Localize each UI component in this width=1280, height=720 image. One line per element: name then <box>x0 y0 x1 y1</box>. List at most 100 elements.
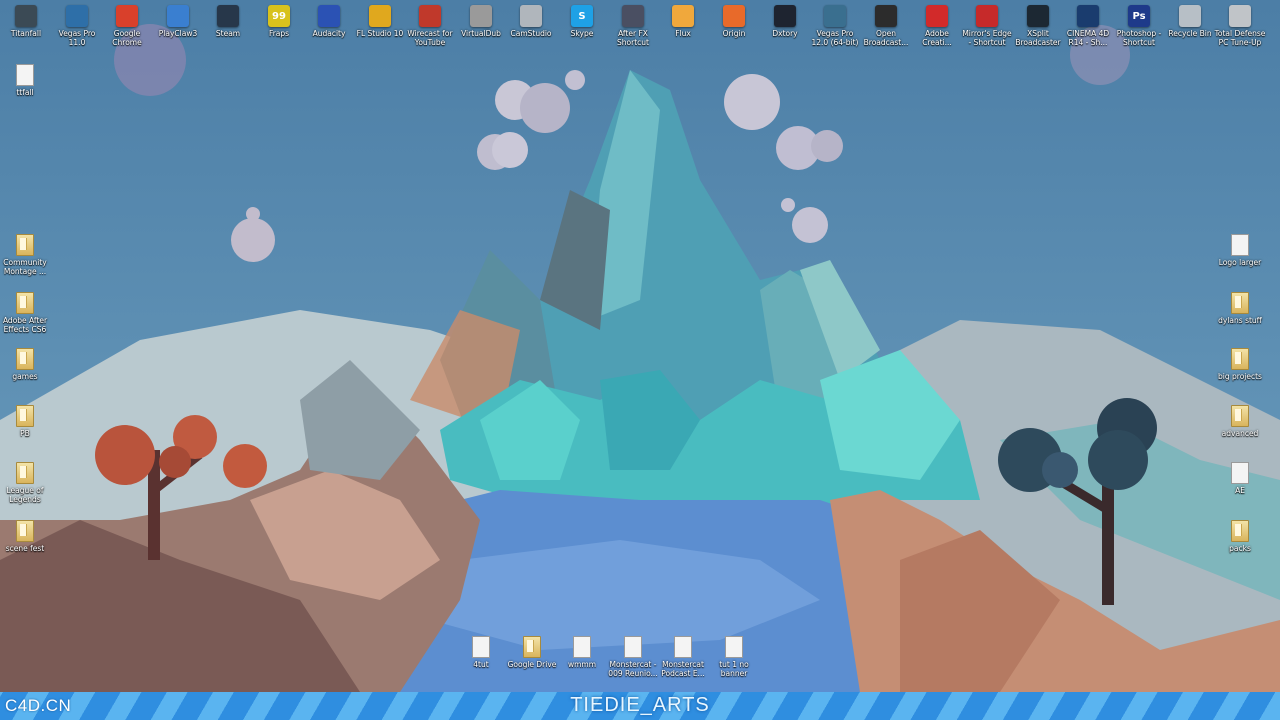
folder-icon <box>1231 292 1249 314</box>
skype-icon: S <box>571 5 593 27</box>
desktop-icon-label: Skype <box>570 29 594 38</box>
desktop-icon[interactable]: Adobe After Effects CS6 <box>0 292 51 334</box>
desktop-icon-label: Fraps <box>268 29 290 38</box>
desktop-icon-label: Flux <box>675 29 691 38</box>
desktop-icon[interactable]: Logo larger <box>1214 234 1266 267</box>
desktop-icon[interactable]: Monstercat Podcast E... <box>657 636 709 678</box>
desktop-icon-label: After FX Shortcut <box>617 29 649 47</box>
desktop-icon[interactable]: Origin <box>708 5 760 38</box>
steam-icon <box>217 5 239 27</box>
desktop-icon[interactable]: 99 Fraps <box>253 5 305 38</box>
desktop-icon[interactable]: Community Montage ... <box>0 234 51 276</box>
cinema4d-icon <box>1077 5 1099 27</box>
desktop-icon[interactable]: XSplit Broadcaster <box>1012 5 1064 47</box>
desktop-icon[interactable]: Recycle Bin <box>1164 5 1216 38</box>
adobe-creative-cloud-icon <box>926 5 948 27</box>
desktop-icon-label: Monstercat - 009 Reunio... <box>608 660 658 678</box>
desktop-icon-label: Monstercat Podcast E... <box>661 660 705 678</box>
desktop-icon-label: Adobe Creati... <box>922 29 952 47</box>
desktop-icon[interactable]: Vegas Pro 11.0 <box>51 5 103 47</box>
recycle-bin-icon <box>1179 5 1201 27</box>
desktop-icon[interactable]: AE <box>1214 462 1266 495</box>
desktop-icon[interactable]: Total Defense PC Tune-Up <box>1214 5 1266 47</box>
fl-studio-icon <box>369 5 391 27</box>
chrome-icon <box>116 5 138 27</box>
desktop-icon-label: Titanfall <box>10 29 42 38</box>
desktop-icon[interactable]: CINEMA 4D R14 - Sh... <box>1062 5 1114 47</box>
titanfall-icon <box>15 5 37 27</box>
desktop-icon[interactable]: After FX Shortcut <box>607 5 659 47</box>
desktop-icon[interactable]: ttfall <box>0 64 51 97</box>
desktop-icon-label: Vegas Pro 11.0 <box>58 29 96 47</box>
desktop-icon[interactable]: FL Studio 10 <box>354 5 406 38</box>
desktop-icon-label: Open Broadcast... <box>863 29 909 47</box>
desktop-icon-label: dylans stuff <box>1218 316 1262 325</box>
google-drive-folder-icon <box>523 636 541 658</box>
desktop-icon-label: Audacity <box>312 29 346 38</box>
desktop-icon-label: Google Chrome <box>112 29 142 47</box>
desktop-icon[interactable]: Adobe Creati... <box>911 5 963 47</box>
desktop-icon[interactable]: Mirror's Edge - Shortcut <box>961 5 1013 47</box>
desktop-icon[interactable]: packs <box>1214 520 1266 553</box>
file-icon <box>573 636 591 658</box>
photoshop-icon: Ps <box>1128 5 1150 27</box>
desktop-icon-label: Mirror's Edge - Shortcut <box>962 29 1012 47</box>
desktop-icon-label: XSplit Broadcaster <box>1015 29 1061 47</box>
desktop[interactable]: Titanfall Vegas Pro 11.0 Google Chrome Play… <box>0 0 1280 720</box>
file-icon <box>725 636 743 658</box>
folder-icon <box>1231 348 1249 370</box>
desktop-icon-label: Google Drive <box>507 660 557 669</box>
wirecast-icon <box>419 5 441 27</box>
desktop-icon[interactable]: Dxtory <box>759 5 811 38</box>
desktop-icon-label: Steam <box>215 29 241 38</box>
after-effects-shortcut-icon <box>622 5 644 27</box>
dxtory-icon <box>774 5 796 27</box>
desktop-icon[interactable]: advanced <box>1214 405 1266 438</box>
desktop-icon[interactable]: Google Drive <box>506 636 558 669</box>
desktop-icon[interactable]: League of Legends <box>0 462 51 504</box>
desktop-icon[interactable]: PB <box>0 405 51 438</box>
desktop-icon-label: Recycle Bin <box>1168 29 1212 38</box>
desktop-icon[interactable]: VirtualDub <box>455 5 507 38</box>
desktop-icon[interactable]: Google Chrome <box>101 5 153 47</box>
desktop-icon[interactable]: PlayClaw3 <box>152 5 204 38</box>
desktop-icon-label: Adobe After Effects CS6 <box>2 316 48 334</box>
desktop-icon[interactable]: Open Broadcast... <box>860 5 912 47</box>
desktop-icon[interactable]: Titanfall <box>0 5 52 38</box>
desktop-icon-label: big projects <box>1218 372 1262 381</box>
desktop-icon-label: FL Studio 10 <box>356 29 404 38</box>
desktop-icon-label: Community Montage ... <box>3 258 47 276</box>
desktop-icon-label: Logo larger <box>1218 258 1262 267</box>
playclaw-icon <box>167 5 189 27</box>
folder-icon <box>1231 520 1249 542</box>
desktop-wallpaper <box>0 0 1280 692</box>
desktop-icon[interactable]: Vegas Pro 12.0 (64-bit) <box>809 5 861 47</box>
desktop-icon[interactable]: big projects <box>1214 348 1266 381</box>
desktop-icon[interactable]: wmmm <box>556 636 608 669</box>
desktop-icon[interactable]: Monstercat - 009 Reunio... <box>607 636 659 678</box>
desktop-icon[interactable]: tut 1 no banner <box>708 636 760 678</box>
desktop-icon-label: ttfall <box>16 88 34 97</box>
desktop-icon[interactable]: CamStudio <box>505 5 557 38</box>
vegas-pro-icon <box>66 5 88 27</box>
desktop-icon-label: VirtualDub <box>461 29 501 38</box>
desktop-icon-label: PB <box>20 429 30 438</box>
desktop-icon-label: 4tut <box>473 660 489 669</box>
virtualdub-icon <box>470 5 492 27</box>
desktop-icon[interactable]: 4tut <box>455 636 507 669</box>
folder-icon <box>16 234 34 256</box>
desktop-icon[interactable]: Ps Photoshop - Shortcut <box>1113 5 1165 47</box>
desktop-icon[interactable]: scene fest <box>0 520 51 553</box>
origin-icon <box>723 5 745 27</box>
desktop-icon[interactable]: Wirecast for YouTube <box>404 5 456 47</box>
desktop-icon-label: League of Legends <box>6 486 44 504</box>
desktop-icon[interactable]: Flux <box>657 5 709 38</box>
desktop-icon[interactable]: games <box>0 348 51 381</box>
desktop-icon-label: packs <box>1229 544 1251 553</box>
folder-icon <box>1231 405 1249 427</box>
desktop-icon[interactable]: Steam <box>202 5 254 38</box>
desktop-icon-label: Dxtory <box>772 29 798 38</box>
desktop-icon[interactable]: S Skype <box>556 5 608 38</box>
desktop-icon[interactable]: Audacity <box>303 5 355 38</box>
desktop-icon[interactable]: dylans stuff <box>1214 292 1266 325</box>
